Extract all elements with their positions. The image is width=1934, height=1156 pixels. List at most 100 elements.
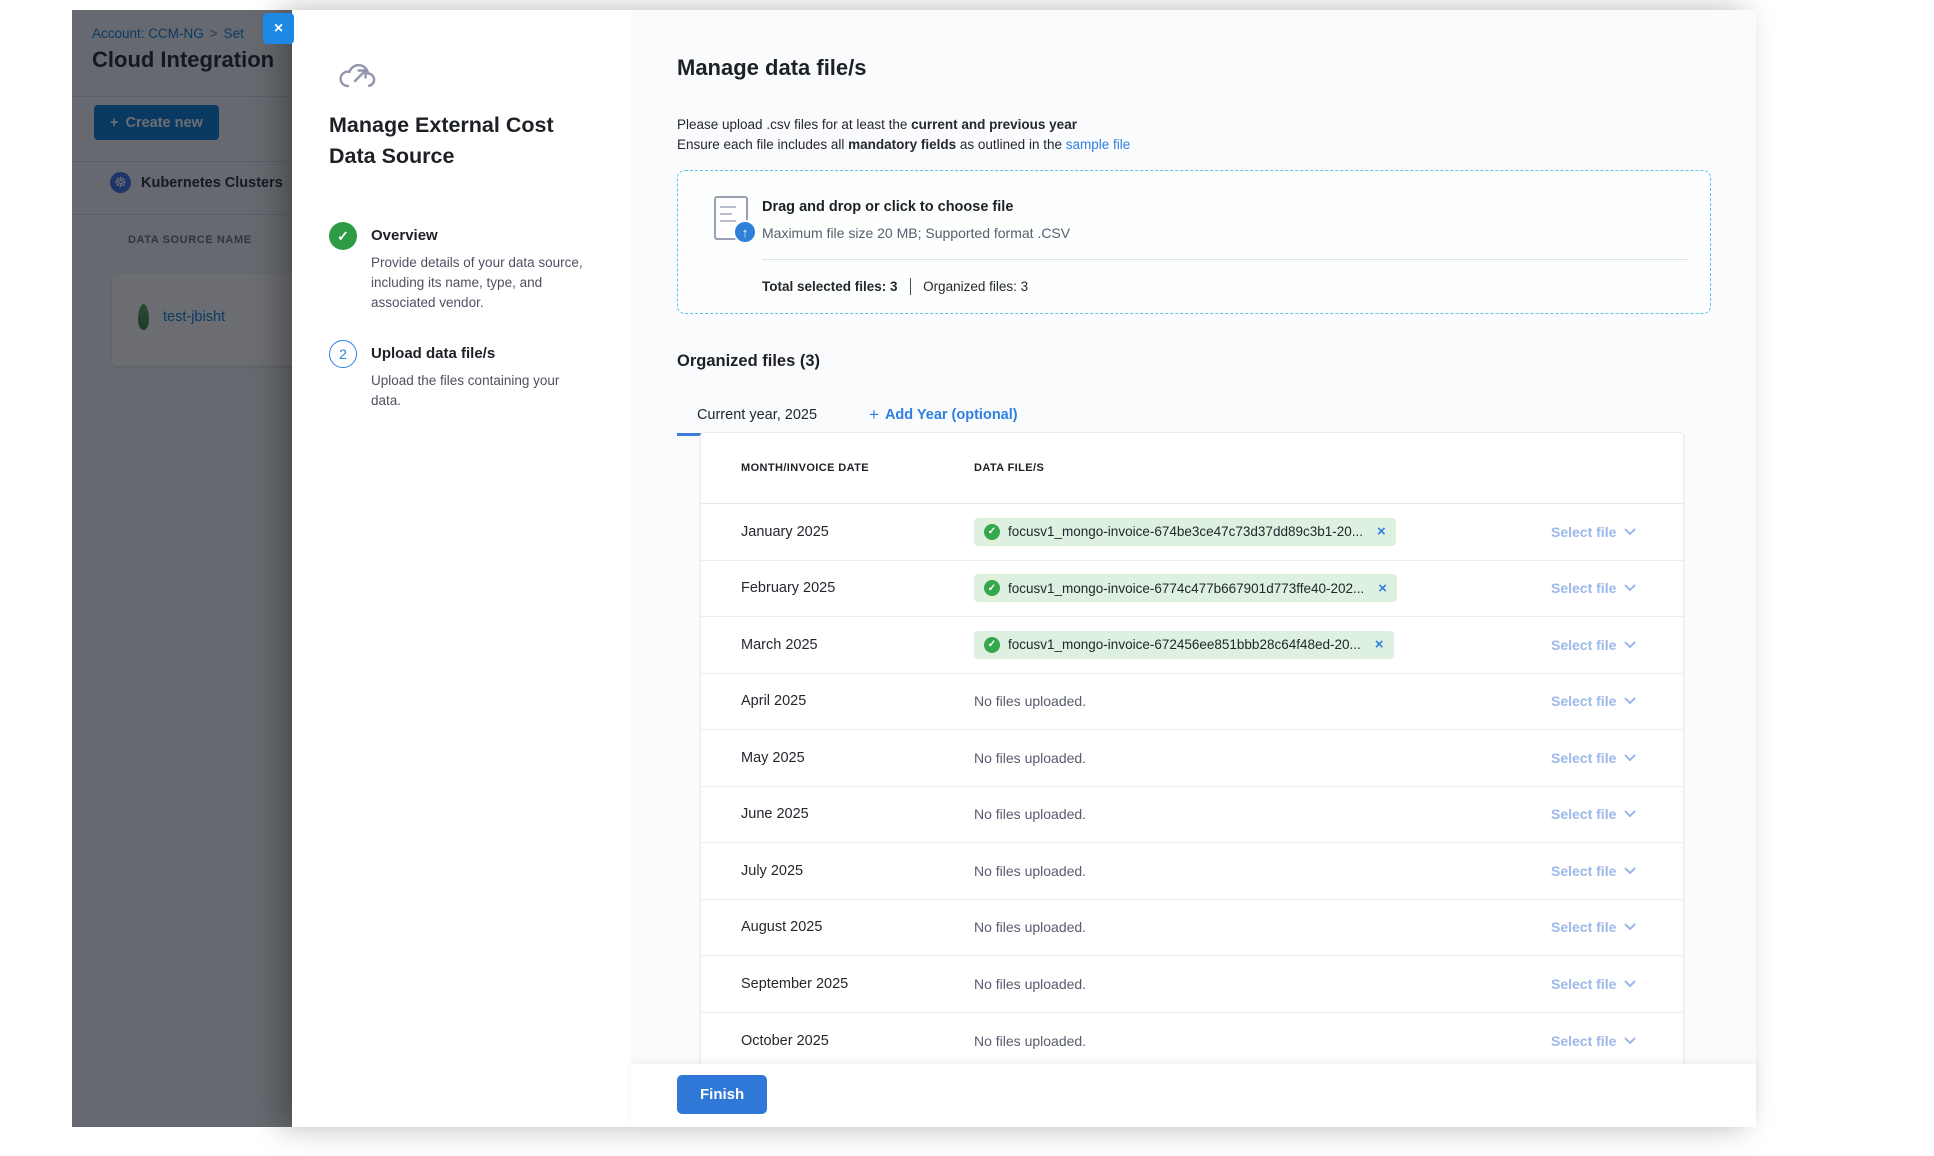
file-cell: No files uploaded.	[974, 863, 1551, 879]
month-label: October 2025	[701, 1033, 974, 1049]
instruction2-text: Ensure each file includes all	[677, 137, 848, 152]
organized-files-count: Organized files: 3	[923, 279, 1028, 294]
no-files-text: No files uploaded.	[974, 750, 1086, 766]
file-check-icon: ✓	[984, 580, 1000, 596]
no-files-text: No files uploaded.	[974, 806, 1086, 822]
instruction-line-2: Ensure each file includes all mandatory …	[677, 137, 1130, 152]
no-files-text: No files uploaded.	[974, 976, 1086, 992]
total-selected-files: Total selected files: 3	[762, 279, 898, 294]
remove-file-icon[interactable]: ×	[1375, 637, 1384, 652]
table-row: June 2025 No files uploaded. Select file	[701, 787, 1683, 844]
select-file-dropdown[interactable]: Select file	[1551, 863, 1683, 879]
select-file-dropdown[interactable]: Select file	[1551, 1033, 1683, 1049]
file-cell: ✓ focusv1_mongo-invoice-672456ee851bbb28…	[974, 631, 1551, 659]
no-files-text: No files uploaded.	[974, 1033, 1086, 1049]
chevron-down-icon	[1624, 754, 1636, 762]
sample-file-link[interactable]: sample file	[1066, 137, 1131, 152]
step-number-badge: 2	[329, 340, 357, 368]
file-chip: ✓ focusv1_mongo-invoice-674be3ce47c73d37…	[974, 518, 1396, 546]
select-file-dropdown[interactable]: Select file	[1551, 750, 1683, 766]
instruction2-middle: as outlined in the	[956, 137, 1066, 152]
manage-data-files-panel: Manage data file/s Please upload .csv fi…	[631, 10, 1756, 1064]
organized-files-heading: Organized files (3)	[677, 352, 820, 371]
select-file-label: Select file	[1551, 1033, 1616, 1049]
chevron-down-icon	[1624, 1037, 1636, 1045]
file-cell: No files uploaded.	[974, 976, 1551, 992]
chevron-down-icon	[1624, 641, 1636, 649]
month-label: February 2025	[701, 580, 974, 596]
wizard-sidebar: Manage External Cost Data Source ✓ Overv…	[292, 10, 631, 1127]
table-row: May 2025 No files uploaded. Select file	[701, 730, 1683, 787]
tab-current-year[interactable]: Current year, 2025	[677, 396, 837, 436]
select-file-dropdown[interactable]: Select file	[1551, 580, 1683, 596]
close-icon[interactable]: ×	[263, 13, 294, 44]
plus-icon: +	[869, 405, 879, 425]
file-cell: No files uploaded.	[974, 693, 1551, 709]
month-label: April 2025	[701, 693, 974, 709]
modal-overlay[interactable]	[72, 10, 292, 1127]
select-file-dropdown[interactable]: Select file	[1551, 976, 1683, 992]
file-check-icon: ✓	[984, 637, 1000, 653]
wizard-title: Manage External Cost Data Source	[329, 110, 581, 172]
select-file-label: Select file	[1551, 637, 1616, 653]
instruction2-bold: mandatory fields	[848, 137, 956, 152]
check-circle-icon: ✓	[329, 222, 357, 250]
step-upload-description: Upload the files containing your data.	[371, 371, 583, 411]
chevron-down-icon	[1624, 923, 1636, 931]
dropzone-title: Drag and drop or click to choose file	[762, 199, 1013, 215]
select-file-label: Select file	[1551, 976, 1616, 992]
table-row: March 2025 ✓ focusv1_mongo-invoice-67245…	[701, 617, 1683, 674]
no-files-text: No files uploaded.	[974, 693, 1086, 709]
select-file-label: Select file	[1551, 524, 1616, 540]
select-file-dropdown[interactable]: Select file	[1551, 693, 1683, 709]
select-file-label: Select file	[1551, 750, 1616, 766]
month-label: January 2025	[701, 524, 974, 540]
chevron-down-icon	[1624, 810, 1636, 818]
month-label: August 2025	[701, 919, 974, 935]
table-row: February 2025 ✓ focusv1_mongo-invoice-67…	[701, 561, 1683, 618]
add-year-button[interactable]: + Add Year (optional)	[869, 396, 1018, 436]
file-cell: No files uploaded.	[974, 919, 1551, 935]
finish-button[interactable]: Finish	[677, 1075, 767, 1114]
file-upload-icon: ↑	[714, 196, 748, 240]
instruction1-bold: current and previous year	[911, 117, 1077, 132]
select-file-dropdown[interactable]: Select file	[1551, 919, 1683, 935]
table-row: October 2025 No files uploaded. Select f…	[701, 1013, 1683, 1065]
divider	[762, 259, 1688, 260]
file-chip: ✓ focusv1_mongo-invoice-672456ee851bbb28…	[974, 631, 1394, 659]
select-file-dropdown[interactable]: Select file	[1551, 524, 1683, 540]
month-label: May 2025	[701, 750, 974, 766]
select-file-label: Select file	[1551, 693, 1616, 709]
file-dropzone[interactable]: ↑ Drag and drop or click to choose file …	[677, 170, 1711, 314]
step-upload-data-files[interactable]: 2 Upload data file/s Upload the files co…	[329, 340, 583, 411]
select-file-label: Select file	[1551, 863, 1616, 879]
remove-file-icon[interactable]: ×	[1378, 581, 1387, 596]
select-file-label: Select file	[1551, 919, 1616, 935]
month-label: June 2025	[701, 806, 974, 822]
chevron-down-icon	[1624, 980, 1636, 988]
chevron-down-icon	[1624, 584, 1636, 592]
file-chip-name: focusv1_mongo-invoice-6774c477b667901d77…	[1008, 581, 1364, 596]
panel-title: Manage data file/s	[677, 55, 867, 81]
select-file-dropdown[interactable]: Select file	[1551, 637, 1683, 653]
chevron-down-icon	[1624, 528, 1636, 536]
upload-arrow-icon: ↑	[733, 220, 757, 244]
chevron-down-icon	[1624, 867, 1636, 875]
remove-file-icon[interactable]: ×	[1377, 524, 1386, 539]
step-overview-description: Provide details of your data source, inc…	[371, 253, 583, 313]
select-file-dropdown[interactable]: Select file	[1551, 806, 1683, 822]
month-label: March 2025	[701, 637, 974, 653]
file-cell: No files uploaded.	[974, 750, 1551, 766]
step-overview[interactable]: ✓ Overview Provide details of your data …	[329, 222, 583, 313]
file-cell: No files uploaded.	[974, 1033, 1551, 1049]
files-table-body: January 2025 ✓ focusv1_mongo-invoice-674…	[701, 504, 1683, 1064]
manage-data-source-drawer: Manage External Cost Data Source ✓ Overv…	[292, 10, 1756, 1127]
file-chip-name: focusv1_mongo-invoice-674be3ce47c73d37dd…	[1008, 524, 1363, 539]
select-file-label: Select file	[1551, 580, 1616, 596]
file-chip: ✓ focusv1_mongo-invoice-6774c477b667901d…	[974, 574, 1397, 602]
table-row: September 2025 No files uploaded. Select…	[701, 956, 1683, 1013]
no-files-text: No files uploaded.	[974, 863, 1086, 879]
month-column-header: MONTH/INVOICE DATE	[701, 462, 974, 474]
background-page: Account: CCM-NG > Set Cloud Integration …	[72, 10, 292, 1127]
file-cell: ✓ focusv1_mongo-invoice-674be3ce47c73d37…	[974, 518, 1551, 546]
